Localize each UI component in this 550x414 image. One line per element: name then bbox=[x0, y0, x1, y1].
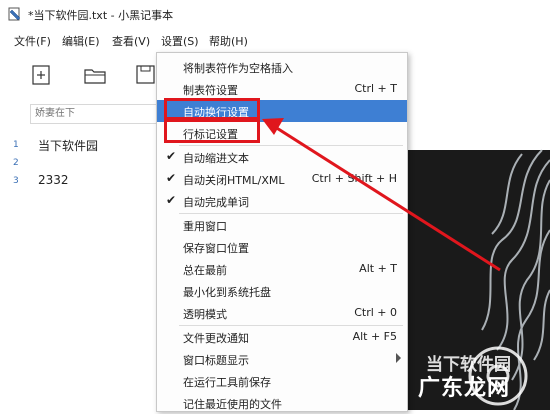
notepad-app-icon bbox=[8, 7, 21, 21]
menu-item-auto-indent[interactable]: ✔ 自动缩进文本 bbox=[157, 146, 407, 168]
checkmark-icon: ✔ bbox=[166, 193, 177, 207]
line-number: 1 bbox=[13, 140, 19, 150]
menu-item-insert-spaces-for-tab[interactable]: 将制表符作为空格插入 bbox=[157, 56, 407, 78]
menu-item-remember-recent-files[interactable]: 记住最近使用的文件 bbox=[157, 392, 407, 414]
menu-item-reuse-window[interactable]: 重用窗口 bbox=[157, 214, 407, 236]
open-folder-icon[interactable] bbox=[82, 62, 108, 88]
search-input[interactable] bbox=[31, 105, 157, 121]
menu-edit[interactable]: 编辑(E) bbox=[62, 33, 100, 49]
menu-item-file-change-notify[interactable]: 文件更改通知 Alt + F5 bbox=[157, 326, 407, 348]
title-bar: *当下软件园.txt - 小黑记事本 bbox=[0, 0, 550, 28]
annotation-box-word-wrap bbox=[164, 98, 260, 120]
new-file-icon[interactable] bbox=[28, 62, 54, 88]
menu-item-auto-complete-words[interactable]: ✔ 自动完成单词 bbox=[157, 190, 407, 212]
search-box[interactable] bbox=[30, 104, 158, 124]
line-number: 3 bbox=[13, 176, 19, 186]
watermark-text: 广东龙网 bbox=[418, 376, 511, 401]
line-number: 2 bbox=[13, 158, 19, 168]
editor-line[interactable]: 2332 bbox=[38, 173, 69, 187]
menu-file[interactable]: 文件(F) bbox=[14, 33, 51, 49]
menu-item-save-window-position[interactable]: 保存窗口位置 bbox=[157, 236, 407, 258]
submenu-arrow-icon bbox=[396, 353, 401, 363]
menu-item-transparent-mode[interactable]: 透明模式 Ctrl + 0 bbox=[157, 302, 407, 324]
notepad-window: *当下软件园.txt - 小黑记事本 文件(F) 编辑(E) 查看(V) 设置(… bbox=[0, 0, 550, 412]
menu-item-minimize-to-tray[interactable]: 最小化到系统托盘 bbox=[157, 280, 407, 302]
line-number-gutter: 1 2 3 bbox=[0, 132, 26, 410]
menu-item-always-on-top[interactable]: 总在最前 Alt + T bbox=[157, 258, 407, 280]
checkmark-icon: ✔ bbox=[166, 171, 177, 185]
save-icon[interactable] bbox=[132, 62, 158, 88]
window-title: *当下软件园.txt - 小黑记事本 bbox=[28, 9, 174, 22]
checkmark-icon: ✔ bbox=[166, 149, 177, 163]
menu-item-tab-settings[interactable]: 制表符设置 Ctrl + T bbox=[157, 78, 407, 100]
editor-line[interactable]: 当下软件园 bbox=[38, 137, 98, 154]
menu-help[interactable]: 帮助(H) bbox=[209, 33, 248, 49]
menu-item-window-title-display[interactable]: 窗口标题显示 bbox=[157, 348, 407, 370]
menu-item-auto-close-html[interactable]: ✔ 自动关闭HTML/XML Ctrl + Shift + H bbox=[157, 168, 407, 190]
annotation-box-line-marker bbox=[164, 119, 260, 143]
menu-settings[interactable]: 设置(S) bbox=[161, 33, 199, 49]
menu-item-save-before-run-tool[interactable]: 在运行工具前保存 bbox=[157, 370, 407, 392]
menu-view[interactable]: 查看(V) bbox=[112, 33, 150, 49]
